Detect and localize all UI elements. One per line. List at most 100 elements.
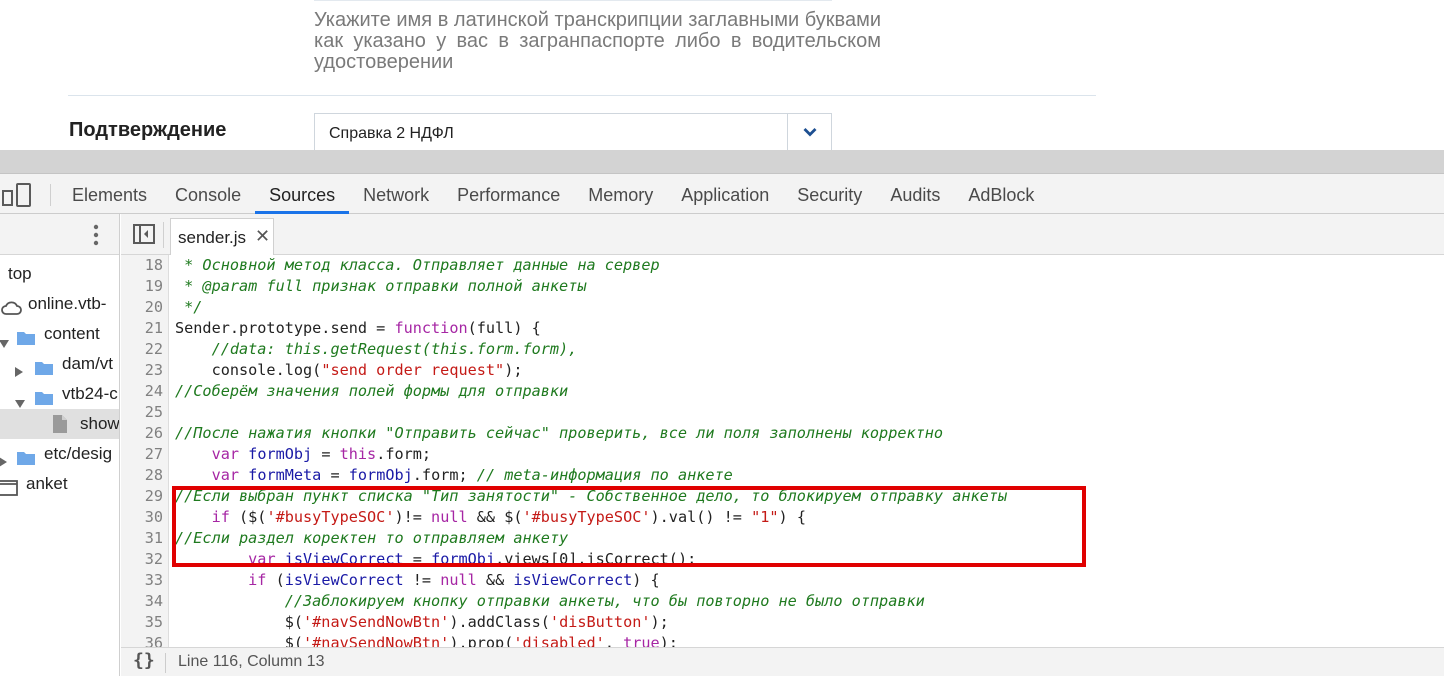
code-token: .views[0].isCorrect(); [495,550,697,568]
confirmation-select-value: Справка 2 НДФЛ [329,125,454,142]
code-token: ($( [229,508,267,526]
tab-console[interactable]: Console [161,174,255,214]
code-token: isViewCorrect [284,550,404,568]
code-token: formObj [348,466,413,484]
line-number[interactable]: 36 [121,633,163,647]
code-token: null [431,508,468,526]
tab-application[interactable]: Application [667,174,783,214]
code-text: * @param full признак отправки полной ан… [175,276,586,297]
file-tab-sender-js[interactable]: sender.js ✕ [170,218,274,255]
tree-item[interactable]: etc/desig [0,439,119,469]
code-text: var formObj = this.form; [175,444,432,465]
code-token: true [623,634,660,647]
code-token: '#busyTypeSOC' [266,508,395,526]
code-token: ); [650,613,669,631]
editor-tab-separator [163,222,164,248]
tree-item[interactable]: vtb24-c [0,379,119,409]
tab-sources[interactable]: Sources [255,174,350,214]
line-number[interactable]: 32 [121,549,163,570]
line-number[interactable]: 33 [121,570,163,591]
tab-audits[interactable]: Audits [876,174,954,214]
code-text: Sender.prototype.send = function(full) { [175,318,541,339]
code-token: '#navSendNowBtn' [303,613,450,631]
code-token: ); [504,361,523,379]
line-number[interactable]: 34 [121,591,163,612]
code-token: '#navSendNowBtn' [303,634,450,647]
tree-item[interactable]: show [0,409,120,439]
tree-item[interactable]: anket [0,469,119,499]
tab-elements[interactable]: Elements [58,174,161,214]
code-token: && $( [467,508,523,526]
code-token: isViewCorrect [513,571,633,589]
tree-item-label: anket [26,474,68,493]
file-tab-label: sender.js [178,228,247,247]
line-number[interactable]: 24 [121,381,163,402]
line-number[interactable]: 26 [121,423,163,444]
line-number[interactable]: 29 [121,486,163,507]
tab-security[interactable]: Security [783,174,876,214]
tree-item[interactable]: dam/vt [0,349,119,379]
select-dropdown-button[interactable] [787,114,831,150]
line-number[interactable]: 19 [121,276,163,297]
code-token: "1" [751,508,779,526]
pretty-print-icon[interactable]: {} [133,650,155,671]
code-token: * @param full признак отправки полной ан… [175,277,587,295]
tabbar-separator [50,184,51,206]
code-text: //Если раздел коректен то отправляем анк… [175,528,568,549]
line-number[interactable]: 30 [121,507,163,528]
close-icon[interactable]: ✕ [255,226,270,247]
code-token: //data: this.getRequest(this.form.form), [175,340,578,358]
line-number[interactable]: 18 [121,255,163,276]
code-text: $('#navSendNowBtn').prop('disabled', tru… [175,633,678,647]
code-token: $( [175,613,304,631]
line-number[interactable]: 20 [121,297,163,318]
devtools-tabs: Elements Console Sources Network Performance… [58,174,1048,214]
code-token: && [476,571,514,589]
confirmation-select[interactable]: Справка 2 НДФЛ [314,113,832,150]
code-text: console.log("send order request"); [175,360,523,381]
section-divider [68,95,1096,96]
tree-item-label: show [80,414,120,433]
toggle-navigator-icon[interactable] [133,224,155,244]
tree-item[interactable]: content [0,319,119,349]
devtools-panel: Elements Console Sources Network Performance… [0,174,1444,676]
code-text: //Соберём значения полей формы для отпра… [175,381,568,402]
line-number[interactable]: 27 [121,444,163,465]
line-number[interactable]: 21 [121,318,163,339]
name-hint-text: Укажите имя в латинской транскрипции заг… [314,9,881,73]
code-token: , [604,634,624,647]
tab-network[interactable]: Network [349,174,443,214]
more-options-icon[interactable] [86,222,106,248]
line-number[interactable]: 31 [121,528,163,549]
code-area[interactable]: 18 * Основной метод класса. Отправляет д… [121,255,1444,647]
tree-item[interactable]: top [0,259,119,289]
line-number[interactable]: 22 [121,339,163,360]
code-token: ).prop( [449,634,514,647]
tab-performance[interactable]: Performance [443,174,574,214]
chevron-down-icon [803,128,816,137]
code-text: * Основной метод класса. Отправляет данн… [175,255,659,276]
devtools-resize-handle[interactable] [0,150,1444,174]
code-token: formObj [248,445,313,463]
code-token: this [339,445,377,463]
tab-adblock[interactable]: AdBlock [954,174,1048,214]
tab-memory[interactable]: Memory [574,174,667,214]
line-number[interactable]: 28 [121,465,163,486]
tree-item[interactable]: online.vtb- [0,289,119,319]
line-number[interactable]: 35 [121,612,163,633]
code-token: ) { [632,571,660,589]
line-number[interactable]: 23 [121,360,163,381]
status-separator [165,653,166,673]
line-number[interactable]: 25 [121,402,163,423]
code-token: var [248,550,276,568]
code-text: //После нажатия кнопки "Отправить сейчас… [175,423,943,444]
device-toolbar-icon[interactable] [2,182,32,208]
code-token: //После нажатия кнопки "Отправить сейчас… [175,424,944,442]
editor-tabbar: sender.js ✕ [121,214,1444,255]
